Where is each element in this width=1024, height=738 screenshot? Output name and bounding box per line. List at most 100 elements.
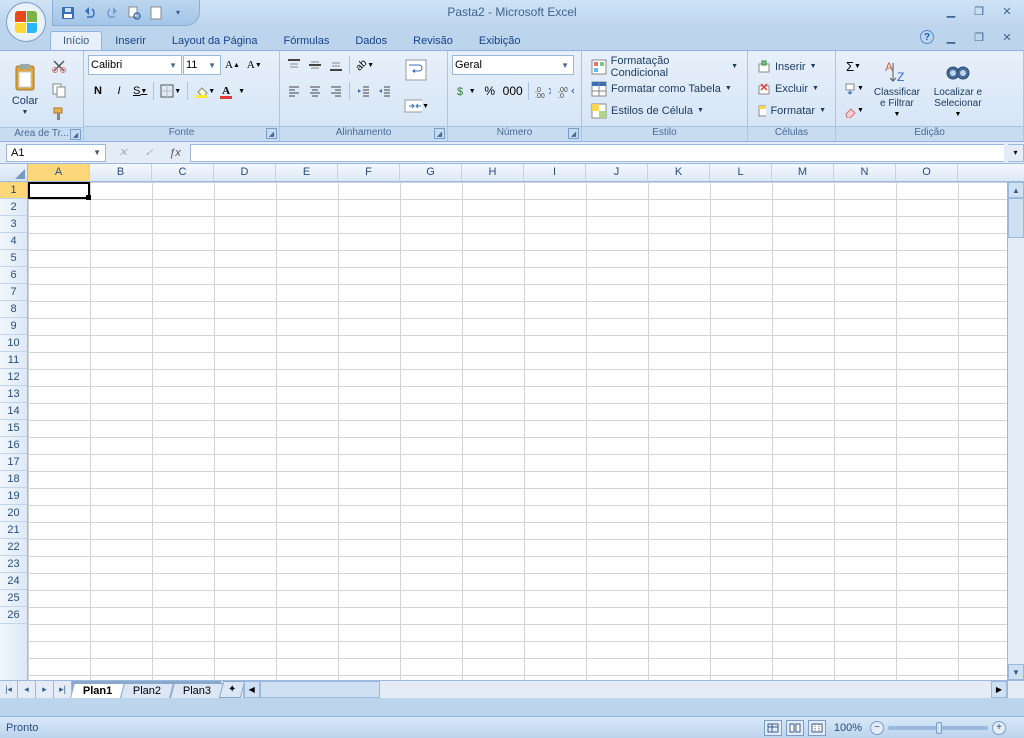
delete-cells-button[interactable]: Excluir ▼ (752, 78, 831, 100)
zoom-percent[interactable]: 100% (834, 722, 862, 734)
cancel-formula-button[interactable]: ✕ (112, 144, 134, 162)
sheet-tab[interactable]: Plan3 (169, 683, 223, 698)
font-color-button[interactable]: A▼ (219, 80, 248, 102)
increase-decimal-button[interactable]: ,0,00 (532, 80, 554, 102)
row-header[interactable]: 16 (0, 437, 27, 454)
row-header[interactable]: 23 (0, 556, 27, 573)
zoom-slider-thumb[interactable] (936, 722, 942, 734)
clear-button[interactable]: ▼ (840, 100, 867, 122)
row-header[interactable]: 15 (0, 420, 27, 437)
vertical-scrollbar[interactable]: ▲ ▼ (1007, 182, 1024, 680)
new-sheet-button[interactable]: ✦ (218, 681, 245, 698)
tab-inicio[interactable]: Início (50, 31, 102, 50)
row-header[interactable]: 19 (0, 488, 27, 505)
prev-sheet-button[interactable]: ◂ (18, 681, 36, 698)
row-header[interactable]: 12 (0, 369, 27, 386)
increase-indent-button[interactable] (374, 80, 394, 102)
tab-formulas[interactable]: Fórmulas (271, 31, 343, 50)
row-header[interactable]: 26 (0, 607, 27, 624)
page-layout-view-button[interactable] (786, 720, 804, 736)
office-button[interactable] (6, 2, 46, 42)
wrap-text-button[interactable] (400, 53, 432, 87)
shrink-font-button[interactable]: A▼ (244, 54, 265, 76)
column-header[interactable]: J (586, 164, 648, 181)
tab-layout[interactable]: Layout da Página (159, 31, 271, 50)
row-header[interactable]: 3 (0, 216, 27, 233)
font-size-combo[interactable]: 11▼ (183, 55, 221, 75)
scroll-down-button[interactable]: ▼ (1008, 664, 1024, 680)
qat-customize-icon[interactable]: ▾ (169, 4, 187, 22)
row-header[interactable]: 18 (0, 471, 27, 488)
column-header[interactable]: L (710, 164, 772, 181)
bold-button[interactable]: N (88, 80, 108, 102)
align-middle-button[interactable] (305, 54, 325, 76)
row-header[interactable]: 1 (0, 182, 27, 199)
normal-view-button[interactable] (764, 720, 782, 736)
format-as-table-button[interactable]: Formatar como Tabela ▼ (586, 78, 743, 100)
select-all-button[interactable] (0, 164, 28, 181)
redo-icon[interactable] (103, 4, 121, 22)
align-right-button[interactable] (326, 80, 346, 102)
merge-center-button[interactable]: ▼ (400, 89, 432, 123)
scroll-left-button[interactable]: ◀ (244, 681, 260, 698)
row-header[interactable]: 14 (0, 403, 27, 420)
scroll-up-button[interactable]: ▲ (1008, 182, 1024, 198)
help-icon[interactable]: ? (920, 30, 934, 44)
first-sheet-button[interactable]: |◂ (0, 681, 18, 698)
tab-inserir[interactable]: Inserir (102, 31, 159, 50)
row-header[interactable]: 21 (0, 522, 27, 539)
column-header[interactable]: G (400, 164, 462, 181)
fill-color-button[interactable]: ▼ (191, 80, 218, 102)
number-launcher[interactable]: ◢ (568, 128, 579, 139)
align-top-button[interactable] (284, 54, 304, 76)
row-header[interactable]: 7 (0, 284, 27, 301)
vscroll-thumb[interactable] (1008, 198, 1024, 238)
orientation-button[interactable]: ab▼ (353, 54, 377, 76)
column-header[interactable]: O (896, 164, 958, 181)
new-icon[interactable] (147, 4, 165, 22)
save-icon[interactable] (59, 4, 77, 22)
enter-formula-button[interactable]: ✓ (138, 144, 160, 162)
decrease-decimal-button[interactable]: ,00,0 (555, 80, 577, 102)
italic-button[interactable]: I (109, 80, 129, 102)
doc-close-button[interactable]: ✕ (996, 30, 1018, 44)
conditional-formatting-button[interactable]: Formatação Condicional ▼ (586, 56, 743, 78)
grow-font-button[interactable]: A▲ (222, 54, 243, 76)
sheet-tab[interactable]: Plan1 (70, 683, 125, 698)
row-header[interactable]: 17 (0, 454, 27, 471)
row-header[interactable]: 8 (0, 301, 27, 318)
column-header[interactable]: H (462, 164, 524, 181)
zoom-slider[interactable] (888, 726, 988, 730)
row-header[interactable]: 5 (0, 250, 27, 267)
column-header[interactable]: K (648, 164, 710, 181)
insert-cells-button[interactable]: Inserir ▼ (752, 56, 831, 78)
comma-style-button[interactable]: 000 (501, 80, 525, 102)
font-launcher[interactable]: ◢ (266, 128, 277, 139)
zoom-out-button[interactable]: − (870, 721, 884, 735)
decrease-indent-button[interactable] (353, 80, 373, 102)
row-header[interactable]: 20 (0, 505, 27, 522)
paste-button[interactable]: Colar ▼ (4, 53, 46, 125)
sheet-tab[interactable]: Plan2 (120, 683, 174, 698)
column-header[interactable]: M (772, 164, 834, 181)
column-header[interactable]: A (28, 164, 90, 181)
cell-styles-button[interactable]: Estilos de Célula ▼ (586, 100, 743, 122)
format-cells-button[interactable]: Formatar ▼ (752, 100, 831, 122)
tab-exibicao[interactable]: Exibição (466, 31, 534, 50)
close-button[interactable]: ✕ (996, 4, 1018, 18)
row-header[interactable]: 4 (0, 233, 27, 250)
name-box[interactable]: A1▼ (6, 144, 106, 162)
column-header[interactable]: D (214, 164, 276, 181)
copy-button[interactable] (48, 79, 70, 101)
insert-function-button[interactable]: ƒx (164, 144, 186, 162)
row-header[interactable]: 13 (0, 386, 27, 403)
hscroll-thumb[interactable] (260, 681, 380, 698)
tab-revisao[interactable]: Revisão (400, 31, 466, 50)
number-format-combo[interactable]: Geral▼ (452, 55, 574, 75)
row-header[interactable]: 2 (0, 199, 27, 216)
percent-button[interactable]: % (480, 80, 500, 102)
underline-button[interactable]: S ▼ (130, 80, 150, 102)
row-header[interactable]: 11 (0, 352, 27, 369)
row-header[interactable]: 10 (0, 335, 27, 352)
sort-filter-button[interactable]: AZ Classificar e Filtrar▼ (869, 53, 925, 124)
